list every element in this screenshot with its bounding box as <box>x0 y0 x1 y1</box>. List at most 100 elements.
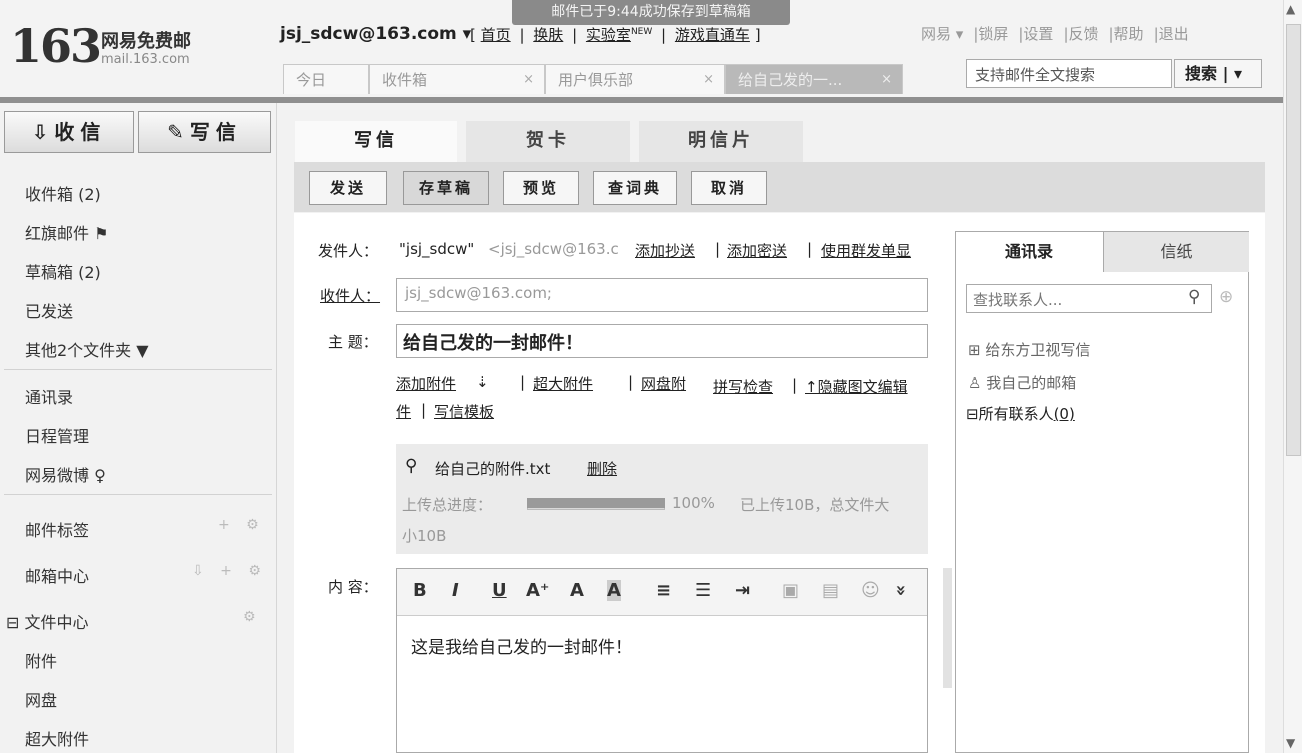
tab-label: 今日 <box>296 71 327 89</box>
tab-write[interactable]: 写信 <box>295 121 457 163</box>
recipient-input[interactable]: jsj_sdcw@163.com; <box>396 278 928 312</box>
mailbox-actions-icons[interactable]: ⇩ + ⚙ <box>192 563 267 579</box>
bold-icon[interactable]: B <box>413 580 427 601</box>
subject-input[interactable]: 给自己发的一封邮件！ <box>396 324 928 358</box>
tab-inbox[interactable]: 收件箱 × <box>369 64 545 94</box>
contact-item[interactable]: ♙ 我自己的邮箱 <box>968 372 1076 393</box>
font-color-icon[interactable]: A <box>570 580 584 601</box>
sidebar-item-drafts[interactable]: 草稿箱 (2) <box>25 259 101 283</box>
add-contact-icon[interactable]: ⊕ <box>1219 287 1233 307</box>
close-icon[interactable]: × <box>881 65 892 95</box>
progress-percent: 100% <box>672 494 715 512</box>
close-icon[interactable]: × <box>703 65 714 95</box>
save-draft-button[interactable]: 存草稿 <box>403 171 489 205</box>
tab-card[interactable]: 贺卡 <box>466 121 630 163</box>
netdisk-attachment-link-cont[interactable]: 件 <box>396 401 411 422</box>
nav-sep: | <box>519 26 525 44</box>
tab-address-book[interactable]: 通讯录 <box>956 232 1102 272</box>
tag-actions-icons[interactable]: + ⚙ <box>218 517 265 533</box>
util-feedback[interactable]: |反馈 <box>1063 25 1098 43</box>
sidebar-item-file-center[interactable]: ⊟ 文件中心 <box>6 609 89 633</box>
add-cc-link[interactable]: 添加抄送 <box>635 240 695 261</box>
image-icon[interactable]: ▣ <box>782 580 799 601</box>
search-button[interactable]: 搜索 | ▾ <box>1174 59 1262 88</box>
hide-rich-editor-link[interactable]: ↑隐藏图文编辑 <box>805 376 908 397</box>
contact-search-input[interactable]: 查找联系人... <box>966 284 1212 313</box>
util-netease[interactable]: 网易 ▾ <box>921 25 963 43</box>
tab-today[interactable]: 今日 <box>283 64 369 94</box>
send-button[interactable]: 发送 <box>309 171 387 205</box>
contact-item[interactable]: ⊞ 给东方卫视写信 <box>968 339 1090 360</box>
italic-icon[interactable]: I <box>452 580 459 601</box>
sidebar-item-sent[interactable]: 已发送 <box>25 298 73 322</box>
tab-postcard[interactable]: 明信片 <box>639 121 803 163</box>
upload-progress-fill <box>527 498 665 508</box>
template-link[interactable]: 写信模板 <box>434 401 494 422</box>
preview-button[interactable]: 预览 <box>503 171 579 205</box>
font-size-icon[interactable]: A⁺ <box>526 580 549 601</box>
tab-user-club[interactable]: 用户俱乐部 × <box>545 64 725 94</box>
sidebar-item-inbox[interactable]: 收件箱 (2) <box>25 181 101 205</box>
add-attachment-link[interactable]: 添加附件 <box>396 373 456 394</box>
save-toast: 邮件已于9:44成功保存到草稿箱 <box>512 0 790 25</box>
spell-check-link[interactable]: 拼写检查 <box>713 376 773 397</box>
sidebar-item-mailbox-center[interactable]: 邮箱中心 <box>25 563 89 587</box>
sidebar-item-netdisk[interactable]: 网盘 <box>25 687 57 711</box>
new-badge: NEW <box>630 27 653 37</box>
add-bcc-link[interactable]: 添加密送 <box>727 240 787 261</box>
sidebar-item-contacts[interactable]: 通讯录 <box>25 384 73 408</box>
nav-bracket-close: ] <box>754 26 761 44</box>
nav-lab-link[interactable]: 实验室 <box>586 26 631 44</box>
recipient-label[interactable]: 收件人： <box>320 285 380 306</box>
netdisk-attachment-link[interactable]: 网盘附 <box>641 373 686 394</box>
nav-home-link[interactable]: 首页 <box>481 26 511 44</box>
sidebar-item-calendar[interactable]: 日程管理 <box>25 423 89 447</box>
big-attachment-link[interactable]: 超大附件 <box>533 373 593 394</box>
util-help[interactable]: |帮助 <box>1109 25 1144 43</box>
nav-skin-link[interactable]: 换肤 <box>533 26 563 44</box>
scroll-thumb[interactable] <box>1286 24 1301 456</box>
all-contacts-count[interactable]: (0) <box>1054 405 1075 423</box>
receive-button[interactable]: ⇩收信 <box>4 111 134 153</box>
account-dropdown[interactable]: jsj_sdcw@163.com ▾ <box>280 24 471 44</box>
more-tools-icon[interactable]: » <box>890 585 911 597</box>
compose-button[interactable]: ✎写信 <box>138 111 271 153</box>
panel-splitter[interactable] <box>943 568 952 688</box>
highlight-icon[interactable]: A <box>607 580 621 601</box>
content-label: 内 容： <box>328 578 378 596</box>
sidebar-item-mail-tags[interactable]: 邮件标签 <box>25 517 89 541</box>
tab-compose-self[interactable]: 给自己发的一... × <box>725 64 903 94</box>
list-icon[interactable]: ☰ <box>695 580 711 601</box>
dictionary-button[interactable]: 查词典 <box>593 171 677 205</box>
util-settings[interactable]: |设置 <box>1018 25 1053 43</box>
align-icon[interactable]: ≡ <box>656 580 671 601</box>
subject-label: 主 题： <box>328 333 378 351</box>
search-icon[interactable]: ⚲ <box>1188 287 1200 307</box>
cancel-button[interactable]: 取消 <box>691 171 767 205</box>
indent-icon[interactable]: ⇥ <box>735 580 750 601</box>
emoji-icon[interactable]: ☺ <box>861 580 880 601</box>
down-icon[interactable]: ⇣ <box>476 373 489 391</box>
sidebar-item-other-folders[interactable]: 其他2个文件夹 ▼ <box>25 337 149 361</box>
all-contacts-group[interactable]: ⊟所有联系人(0) <box>966 403 1075 424</box>
tab-stationery[interactable]: 信纸 <box>1103 232 1249 272</box>
screenshot-icon[interactable]: ▤ <box>822 580 839 601</box>
top-nav: [ 首页 | 换肤 | 实验室NEW | 游戏直通车 ] <box>470 24 761 45</box>
util-lock[interactable]: |锁屏 <box>973 25 1008 43</box>
underline-icon[interactable]: U <box>492 580 507 601</box>
mail-search-input[interactable]: 支持邮件全文搜索 <box>966 59 1172 88</box>
sidebar-item-weibo[interactable]: 网易微博 ♀ <box>25 462 106 486</box>
scroll-up-icon[interactable]: ▲ <box>1286 2 1295 16</box>
nav-game-link[interactable]: 游戏直通车 <box>675 26 750 44</box>
util-logout[interactable]: |退出 <box>1154 25 1189 43</box>
group-single-link[interactable]: 使用群发单显 <box>821 240 911 261</box>
sidebar-item-attachments[interactable]: 附件 <box>25 648 57 672</box>
sidebar-item-flagged[interactable]: 红旗邮件 ⚑ <box>25 220 108 244</box>
file-settings-icon[interactable]: ⚙ <box>243 609 262 625</box>
logo-number: 163 <box>10 19 102 73</box>
close-icon[interactable]: × <box>523 65 534 95</box>
scroll-down-icon[interactable]: ▼ <box>1286 736 1295 750</box>
sidebar-item-big-attachment[interactable]: 超大附件 <box>25 726 89 750</box>
util-nav: 网易 ▾ |锁屏 |设置 |反馈 |帮助 |退出 <box>916 23 1194 44</box>
delete-attachment-link[interactable]: 删除 <box>587 458 617 479</box>
